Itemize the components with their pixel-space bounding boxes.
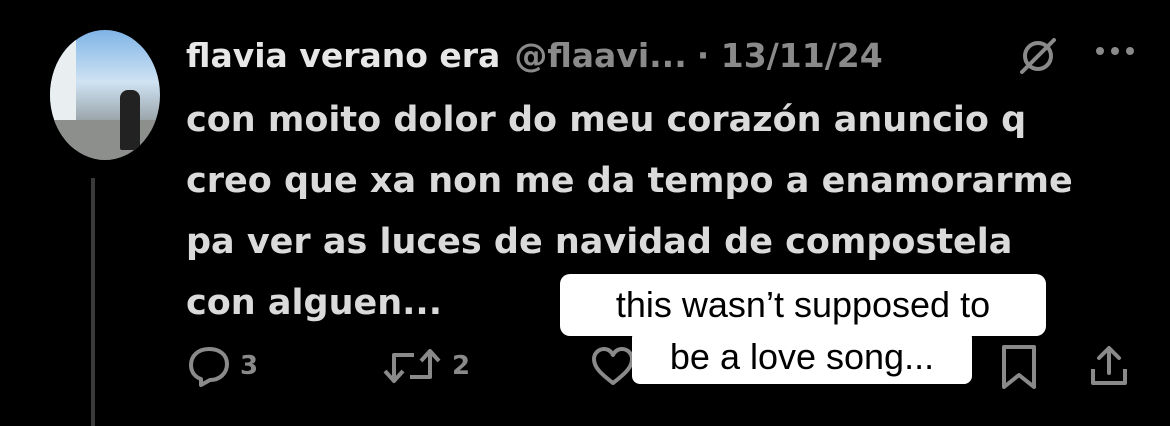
caption-overlay-line1: this wasn’t supposed to [560,274,1046,336]
reply-count: 3 [240,351,259,381]
bookmark-button[interactable] [998,343,1040,391]
like-button[interactable] [590,343,636,389]
retweet-icon [383,349,441,383]
tweet-header: flavia verano era @flaavi... · 13/11/24 [186,30,883,80]
thread-line [91,178,95,426]
reply-button[interactable]: 3 [186,343,258,389]
tweet-date[interactable]: · 13/11/24 [697,36,883,75]
retweet-count: 2 [452,351,471,381]
display-name[interactable]: flavia verano era [186,36,500,75]
share-icon [1091,346,1127,385]
avatar[interactable] [50,30,160,160]
like-icon [592,347,634,385]
retweet-button[interactable]: 2 [380,343,470,389]
avatar-railing [50,120,160,160]
grok-icon[interactable] [1016,34,1060,78]
share-button[interactable] [1086,343,1132,389]
caption-overlay-line2: be a love song... [632,330,972,384]
bookmark-icon [1002,345,1036,389]
avatar-person [120,90,140,150]
user-handle[interactable]: @flaavi... [514,36,686,75]
reply-icon [189,347,229,387]
more-icon[interactable] [1092,36,1138,66]
